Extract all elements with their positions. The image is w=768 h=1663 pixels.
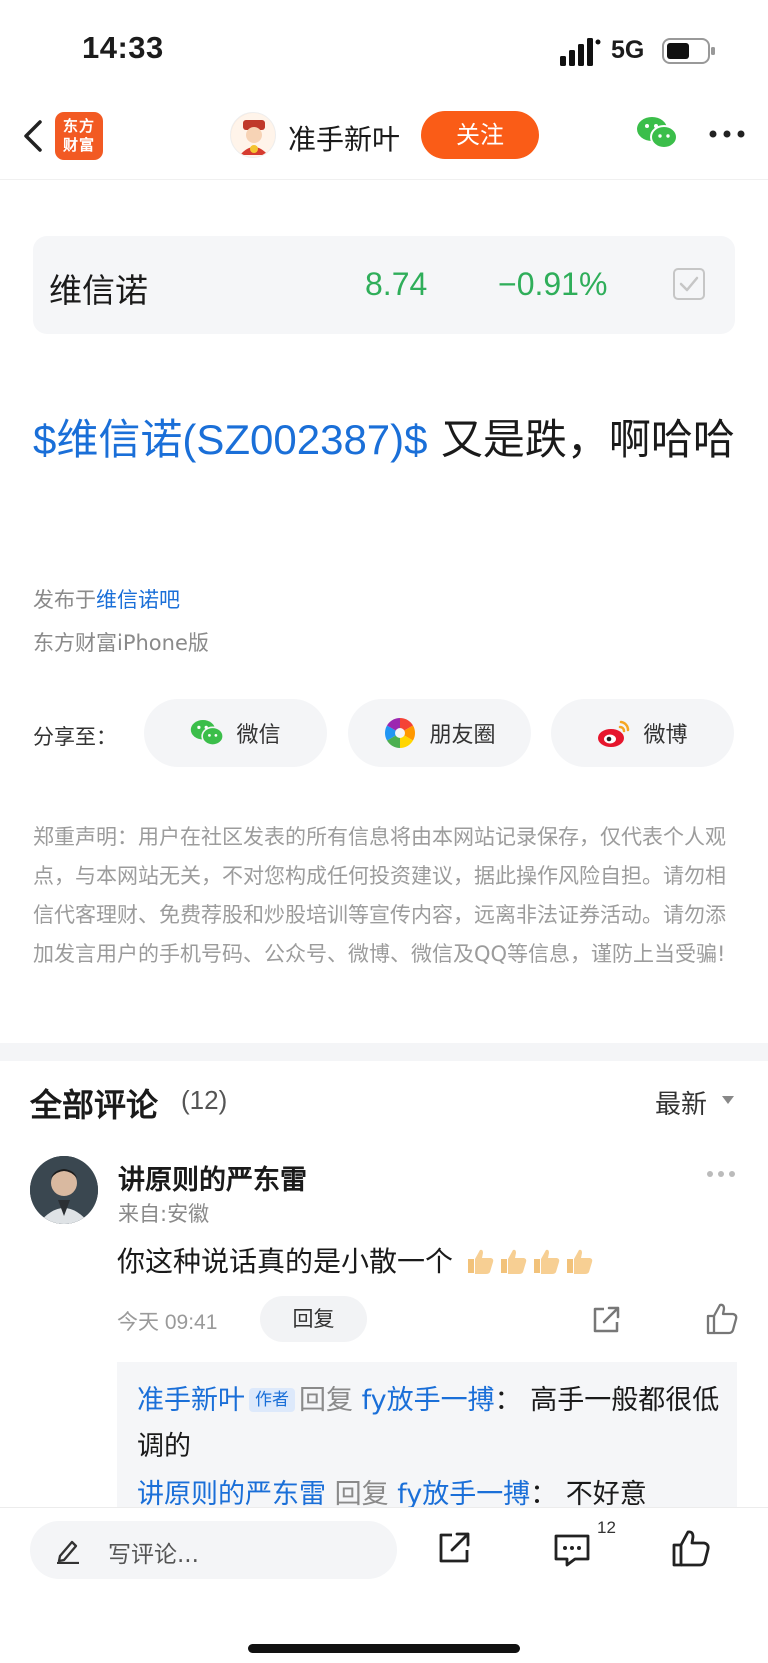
post-detail-screen: 14:33 5G 东方 财富 准手新叶 关注 维信诺 8.74 −0.91% $…: [0, 0, 768, 1663]
reply-item[interactable]: 准手新叶 作者 回复 fy放手一搏： 高手一般都很低调的: [137, 1378, 723, 1470]
reply-target[interactable]: fy放手一搏: [362, 1385, 495, 1416]
post-title-text: 又是跌，啊哈哈: [427, 415, 735, 464]
post-title: $维信诺(SZ002387)$ 又是跌，啊哈哈: [33, 404, 743, 476]
brand-logo-line1: 东方: [62, 117, 95, 135]
stock-name: 维信诺: [49, 271, 148, 310]
caishen-avatar-icon: [231, 113, 275, 157]
comment-count-badge: 12: [597, 1518, 616, 1537]
thumbs-up-emoji-icon: [500, 1249, 527, 1274]
thumbs-up-emoji-icon: [533, 1249, 560, 1274]
share-label: 分享至：: [33, 725, 117, 749]
chevron-down-icon[interactable]: [722, 1096, 734, 1105]
reply-text: 不好意: [565, 1479, 647, 1510]
back-icon[interactable]: [16, 114, 50, 158]
wechat-icon[interactable]: [636, 114, 678, 152]
brand-logo-line2: 财富: [62, 136, 95, 154]
reply-verb: 回复: [299, 1385, 353, 1416]
status-bar: 14:33 5G: [0, 0, 768, 100]
disclaimer: 郑重声明：用户在社区发表的所有信息将由本网站记录保存，仅代表个人观点，与本网站无…: [33, 825, 726, 966]
comment-icon[interactable]: [553, 1532, 591, 1568]
reply-item[interactable]: 讲原则的严东雷 回复 fy放手一搏： 不好意: [137, 1472, 723, 1512]
share-weibo-label: 微博: [643, 723, 688, 748]
post-device: 东方财富iPhone版: [33, 631, 209, 655]
network-type: 5G: [611, 36, 645, 64]
comment-time: 今天 09:41: [117, 1311, 218, 1334]
commenter-avatar[interactable]: [30, 1156, 98, 1224]
status-time: 14:33: [82, 30, 164, 65]
share-wechat-label: 微信: [236, 723, 281, 748]
thumb-up-icon[interactable]: [705, 1302, 739, 1336]
share-moments-button[interactable]: 朋友圈: [348, 699, 531, 767]
commenter-avatar-image: [30, 1156, 98, 1224]
commenter-location: 来自:安徽: [118, 1202, 210, 1226]
comment-text: 你这种说话真的是小散一个: [117, 1240, 594, 1280]
watchlist-checkbox[interactable]: [673, 268, 705, 300]
forum-link[interactable]: 维信诺吧: [96, 588, 180, 612]
stock-change: −0.91%: [498, 266, 608, 302]
thumbs-up-emoji-icon: [566, 1249, 593, 1274]
commenter-name[interactable]: 讲原则的严东雷: [118, 1158, 307, 1197]
brand-logo[interactable]: 东方 财富: [55, 112, 103, 160]
nav-bar: 东方 财富 准手新叶 关注: [0, 100, 768, 180]
moments-icon: [385, 718, 416, 748]
share-icon[interactable]: [590, 1304, 622, 1336]
reply-verb: 回复: [334, 1479, 389, 1510]
author-avatar[interactable]: [230, 112, 276, 158]
share-moments-label: 朋友圈: [429, 723, 496, 748]
battery-icon: [662, 38, 715, 64]
share-wechat-button[interactable]: 微信: [144, 699, 327, 767]
published-prefix: 发布于: [33, 588, 96, 612]
post-published: 发布于维信诺吧: [33, 584, 180, 614]
comment-input[interactable]: 写评论...: [30, 1521, 397, 1579]
thumbs-up-emoji-icon: [467, 1249, 494, 1274]
comment-body: 你这种说话真的是小散一个: [117, 1245, 454, 1278]
reply-author[interactable]: 准手新叶: [137, 1385, 245, 1416]
section-divider: [0, 1043, 768, 1061]
comments-count: (12): [181, 1085, 228, 1115]
reply-author[interactable]: 讲原则的严东雷: [137, 1479, 326, 1510]
reply-button[interactable]: 回复: [260, 1296, 367, 1342]
comment-input-placeholder: 写评论...: [108, 1542, 199, 1568]
bottom-bar: 写评论... 12: [0, 1507, 768, 1663]
home-indicator: [248, 1644, 520, 1653]
checkbox-icon: [679, 276, 699, 292]
stock-card[interactable]: 维信诺 8.74 −0.91%: [33, 236, 735, 334]
comments-heading: 全部评论: [30, 1086, 159, 1124]
share-weibo-button[interactable]: 微博: [551, 699, 734, 767]
share-icon[interactable]: [436, 1530, 472, 1566]
follow-button[interactable]: 关注: [421, 111, 539, 159]
thumb-up-icon[interactable]: [671, 1528, 711, 1568]
signal-icon: [560, 38, 601, 66]
stock-price: 8.74: [365, 266, 428, 302]
weibo-icon: [598, 720, 630, 747]
replies-box: 准手新叶 作者 回复 fy放手一搏： 高手一般都很低调的 讲原则的严东雷 回复 fy…: [117, 1362, 737, 1512]
sort-select[interactable]: 最新: [655, 1084, 707, 1121]
reply-separator: ：: [494, 1385, 522, 1416]
reply-separator: ：: [530, 1479, 558, 1510]
pen-icon: [57, 1540, 79, 1564]
reply-target[interactable]: fy放手一搏: [397, 1479, 530, 1510]
comment-more-icon[interactable]: [706, 1170, 736, 1178]
more-icon[interactable]: [708, 128, 746, 140]
author-tag: 作者: [249, 1388, 295, 1412]
wechat-icon: [191, 720, 225, 746]
nav-author-name[interactable]: 准手新叶: [288, 118, 400, 158]
post-stock-link[interactable]: $维信诺(SZ002387)$: [33, 416, 428, 463]
